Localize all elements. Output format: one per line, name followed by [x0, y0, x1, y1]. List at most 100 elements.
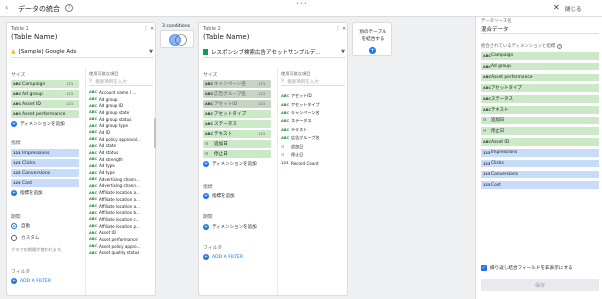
field-row[interactable]: 123 Record Count	[281, 159, 345, 167]
add-metric-button[interactable]: + 指標を追加	[11, 189, 79, 197]
table2-close-icon[interactable]: ✕	[342, 26, 346, 32]
field-row[interactable]: ABC Affiliate location a...	[89, 203, 153, 210]
table2-field-list: ABC アセットID ABC アセットタイプ ABC キャンペーン名 ABC ステータス…	[281, 92, 345, 168]
field-row[interactable]: ABC Affiliate location c...	[89, 216, 153, 223]
add-dimension-button[interactable]: + ディメンションを追加	[203, 160, 271, 168]
blended-field-chip[interactable]: 123 Cost	[481, 181, 599, 189]
blended-field-chip[interactable]: ABC Asset ID	[481, 138, 599, 146]
period-auto-option[interactable]: 自動	[11, 223, 30, 229]
data-source-name-input[interactable]: 混合データ	[481, 24, 599, 34]
table2-search-input[interactable]: ⚲ 検索項目を入力	[281, 78, 345, 86]
blended-field-chip[interactable]: ABC Campaign	[481, 52, 599, 60]
blended-field-chip[interactable]: 123 Impressions	[481, 149, 599, 157]
field-row[interactable]: ABC Ad group	[89, 96, 153, 103]
dimension-chip[interactable]: ABC テキスト 123	[203, 130, 271, 138]
back-arrow-icon[interactable]: ‹	[5, 3, 8, 12]
field-row[interactable]: ABC Ad policy approval...	[89, 136, 153, 143]
add-period-button[interactable]: + ディメンションを追加	[203, 223, 257, 231]
table2-name[interactable]: (Table Name)	[203, 33, 249, 41]
blended-field-chip[interactable]: 123 Conversions	[481, 170, 599, 179]
close-icon[interactable]: ✕	[553, 3, 560, 12]
dimension-chip[interactable]: ABC キャンペーン名 123	[203, 80, 271, 88]
field-row[interactable]: ABC テキスト	[281, 126, 345, 134]
blended-field-chip[interactable]: ABC Ad group	[481, 62, 599, 71]
table1-metrics-label: 指標	[11, 141, 21, 146]
field-row[interactable]: ABC Ad group type	[89, 122, 153, 129]
field-row[interactable]: ABC Ad type	[89, 169, 153, 176]
dimension-chip[interactable]: ABC ステータス	[203, 120, 271, 128]
field-row[interactable]: ABC 広告グループ名	[281, 134, 345, 142]
metric-chip[interactable]: 123 Clicks	[11, 159, 79, 167]
field-row[interactable]: ABC Asset policy appro...	[89, 243, 153, 250]
add-metric-button[interactable]: + 指標を追加	[203, 192, 235, 200]
dimension-chip[interactable]: ABC Asset ID 123	[11, 100, 79, 108]
dimension-chip[interactable]: ABC 広告グループ名 123	[203, 90, 271, 98]
field-row[interactable]: ABC アセットID	[281, 92, 345, 100]
dimension-chip[interactable]: ABC アセットタイプ	[203, 110, 271, 118]
field-row[interactable]: ABC Ad state	[89, 143, 153, 150]
blended-field-chip[interactable]: ABC ステータス	[481, 95, 599, 103]
table2-source-select[interactable]: レスポンシブ検索広告アセットサンプルデ... ▼	[203, 46, 345, 58]
field-row[interactable]: ABC キャンペーン名	[281, 109, 345, 117]
plus-icon: +	[11, 278, 17, 284]
radio-unselected-icon[interactable]	[11, 235, 17, 241]
field-row[interactable]: ABC Ad group ID	[89, 102, 153, 109]
save-button[interactable]: 保存	[481, 279, 599, 291]
join-condition[interactable]: 3 conditions	[158, 22, 198, 50]
blended-field-chip[interactable]: ABC Asset performance	[481, 73, 599, 82]
table1-source-select[interactable]: ▲ [Sample] Google Ads ▼	[11, 46, 153, 58]
dimension-chip[interactable]: ABC アセットID 123	[203, 100, 271, 108]
field-row[interactable]: ABC Advertising chann...	[89, 183, 153, 190]
blended-field-chip[interactable]: ABC テキスト	[481, 105, 599, 114]
table1-menu-icon[interactable]: ⋮	[143, 25, 149, 32]
field-row[interactable]: ABC Account name / ...	[89, 89, 153, 96]
scrollbar[interactable]	[154, 118, 156, 148]
field-row[interactable]: ABC Asset ID	[89, 229, 153, 236]
blended-field-chip[interactable]: ABC アセットタイプ	[481, 84, 599, 92]
field-row[interactable]: ABC Ad group status	[89, 116, 153, 123]
period-custom-option[interactable]: カスタム	[11, 235, 39, 241]
table1-search-input[interactable]: ⚲ 検索項目を入力	[89, 78, 153, 86]
metric-chip[interactable]: 123 Conversions	[11, 169, 79, 177]
blended-field-chip[interactable]: ☷ 追加日	[481, 116, 599, 125]
field-row[interactable]: ☷ 追加日	[281, 142, 345, 150]
field-row[interactable]: ☷ 停止日	[281, 151, 345, 159]
field-row[interactable]: ABC アセットタイプ	[281, 100, 345, 108]
add-filter-button[interactable]: + ADD A FILTER	[11, 278, 51, 284]
dimension-chip[interactable]: ABC Asset performance	[11, 110, 79, 118]
field-row[interactable]: ABC Ad type	[89, 163, 153, 170]
add-dimension-button[interactable]: + ディメンションを追加	[11, 120, 79, 128]
metric-chip[interactable]: 123 Cost	[11, 179, 79, 187]
help-icon[interactable]: ?	[65, 4, 73, 12]
table1-close-icon[interactable]: ✕	[150, 26, 154, 32]
plus-icon: +	[369, 47, 376, 54]
dimension-chip[interactable]: ☷ 停止日	[203, 150, 271, 158]
field-row[interactable]: ABC Ad status	[89, 149, 153, 156]
field-row[interactable]: ABC Asset performance	[89, 236, 153, 243]
dimension-chip[interactable]: ABC Campaign 123	[11, 80, 79, 88]
blended-field-chip[interactable]: ☷ 停止日	[481, 127, 599, 136]
field-row[interactable]: ABC Affiliate location b...	[89, 209, 153, 216]
field-row[interactable]: ABC Ad strength	[89, 156, 153, 163]
field-row[interactable]: ABC Asset quality status	[89, 250, 153, 257]
field-row[interactable]: ABC Ad group state	[89, 109, 153, 116]
dimension-chip[interactable]: ☷ 追加日	[203, 140, 271, 148]
field-row[interactable]: ABC Affiliate location a...	[89, 196, 153, 203]
metric-chip[interactable]: 123 Impressions	[11, 149, 79, 157]
add-filter-button[interactable]: + ADD A FILTER	[203, 254, 243, 260]
field-row[interactable]: ABC Ad ID	[89, 129, 153, 136]
field-row[interactable]: ABC Advertising chann...	[89, 176, 153, 183]
radio-selected-icon[interactable]	[11, 223, 17, 229]
field-row[interactable]: ABC Affiliate location a...	[89, 189, 153, 196]
join-another-table-button[interactable]: 別のテーブル を結合する +	[352, 22, 392, 56]
table1-name[interactable]: (Table Name)	[11, 33, 57, 41]
blended-field-chip[interactable]: 123 Clicks	[481, 159, 599, 168]
dimension-chip[interactable]: ABC Ad group 123	[11, 90, 79, 98]
help-icon[interactable]: ?	[557, 43, 563, 49]
table2-menu-icon[interactable]: ⋮	[335, 25, 341, 32]
hide-repeated-fields-option[interactable]: ✓ 繰り返し結合フィールドを非表示にする	[481, 265, 573, 271]
field-row[interactable]: ABC ステータス	[281, 117, 345, 125]
close-button[interactable]: 閉じる	[565, 5, 582, 13]
checkbox-checked-icon[interactable]: ✓	[481, 265, 487, 271]
field-row[interactable]: ABC Affiliate location p...	[89, 223, 153, 230]
